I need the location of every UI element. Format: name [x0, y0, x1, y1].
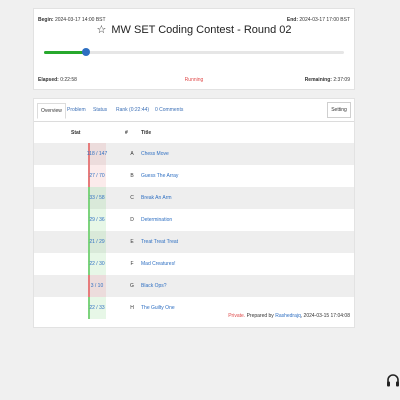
- problem-link[interactable]: Treat Treat Treat: [141, 239, 178, 245]
- table-row: 33 / 58 C Break An Arm: [34, 187, 354, 209]
- tab-problem[interactable]: Problem: [67, 107, 86, 113]
- row-spacer: [34, 187, 70, 209]
- table-header-row: Stat # Title: [34, 123, 354, 143]
- private-label: Private.: [228, 313, 246, 319]
- remaining-value: 2:37:09: [333, 77, 350, 83]
- remaining-label: Remaining:: [304, 77, 332, 83]
- problem-index: C: [124, 187, 140, 209]
- table-row: 27 / 70 B Guess The Array: [34, 165, 354, 187]
- contest-progress-fill: [44, 51, 86, 54]
- problem-link[interactable]: Mad Creatures!: [141, 261, 175, 267]
- stat-value[interactable]: 29 / 36: [89, 217, 104, 223]
- stat-value[interactable]: 22 / 30: [89, 261, 104, 267]
- problem-index: E: [124, 231, 140, 253]
- stat-value[interactable]: 22 / 33: [89, 305, 104, 311]
- contest-progress-knob[interactable]: [82, 48, 90, 56]
- stat-cell: 22 / 30: [70, 253, 124, 275]
- remaining-time: Remaining: 2:37:09: [305, 77, 350, 83]
- prepared-date: , 2024-03-15 17:04:08: [300, 313, 350, 319]
- tab-comments[interactable]: 0 Comments: [155, 107, 183, 113]
- problem-link[interactable]: Guess The Array: [141, 173, 178, 179]
- problem-title-cell: Treat Treat Treat: [140, 231, 354, 253]
- prepared-by-label: Prepared by: [246, 313, 274, 319]
- problem-index: B: [130, 173, 134, 179]
- problem-title-cell: Chess Move: [140, 143, 354, 165]
- header-index: #: [124, 123, 140, 143]
- contest-main-panel: Overview Problem Status Rank (0:22:44) 0…: [33, 98, 355, 328]
- row-spacer: [34, 253, 70, 275]
- row-spacer: [34, 165, 70, 187]
- problem-title-cell: Black Ops?: [140, 275, 354, 297]
- table-row: 29 / 36 D Determination: [34, 209, 354, 231]
- problem-index: H: [130, 305, 134, 311]
- header-title: Title: [140, 123, 354, 143]
- stat-cell: 21 / 29: [70, 231, 124, 253]
- header-stat: Stat: [70, 123, 124, 143]
- star-icon[interactable]: ☆: [96, 24, 106, 36]
- tab-status[interactable]: Status: [93, 107, 107, 113]
- problem-index: A: [124, 143, 140, 165]
- problem-link[interactable]: The Guilty One: [141, 305, 175, 311]
- problem-title-cell: Mad Creatures!: [140, 253, 354, 275]
- row-spacer: [34, 209, 70, 231]
- tab-bar: Overview Problem Status Rank (0:22:44) 0…: [34, 99, 354, 121]
- tabs-divider: [34, 121, 354, 122]
- stat-cell: 33 / 58: [70, 187, 124, 209]
- stat-value[interactable]: 27 / 70: [89, 173, 104, 179]
- prepared-by-footer: Private. Prepared by Rashedrajq, 2024-03…: [228, 313, 350, 319]
- row-spacer: [34, 143, 70, 165]
- stat-cell: 3 / 10: [70, 275, 124, 297]
- tab-rank[interactable]: Rank (0:22:44): [116, 107, 149, 113]
- stat-value[interactable]: 118 / 147: [87, 151, 107, 157]
- contest-header-panel: Begin: 2024-03-17 14:00 BST End: 2024-03…: [33, 8, 355, 90]
- stat-cell: 27 / 70: [70, 165, 124, 187]
- contest-progress-bar: [44, 48, 344, 56]
- headset-icon[interactable]: [386, 374, 400, 388]
- problem-title-cell: Break An Arm: [140, 187, 354, 209]
- problem-index: D: [130, 217, 134, 223]
- problem-title-cell: Guess The Array: [140, 165, 354, 187]
- stat-value[interactable]: 21 / 29: [89, 239, 104, 245]
- contest-title-text: MW SET Coding Contest - Round 02: [111, 24, 292, 36]
- stat-value[interactable]: 33 / 58: [89, 195, 104, 201]
- author-link[interactable]: Rashedrajq: [275, 313, 301, 319]
- stat-cell: 118 / 147: [70, 143, 124, 165]
- table-row: 118 / 147 A Chess Move: [34, 143, 354, 165]
- row-spacer: [34, 297, 70, 319]
- tab-overview[interactable]: Overview: [37, 103, 66, 119]
- problem-link[interactable]: Determination: [141, 217, 172, 223]
- row-spacer: [34, 275, 70, 297]
- table-row: 21 / 29 E Treat Treat Treat: [34, 231, 354, 253]
- table-row: 22 / 30 F Mad Creatures!: [34, 253, 354, 275]
- problem-index: G: [124, 275, 140, 297]
- problem-title-cell: Determination: [140, 209, 354, 231]
- row-spacer: [34, 231, 70, 253]
- stat-cell: 29 / 36: [70, 209, 124, 231]
- problem-link[interactable]: Chess Move: [141, 151, 169, 157]
- header-spacer: [34, 123, 70, 143]
- problem-index: F: [130, 261, 134, 267]
- problem-link[interactable]: Break An Arm: [141, 195, 172, 201]
- stat-cell: 22 / 33: [70, 297, 124, 319]
- contest-title: ☆ MW SET Coding Contest - Round 02: [34, 23, 354, 36]
- problem-table: Stat # Title 118 / 147 A Chess Move 27 /…: [34, 123, 354, 319]
- table-row: 3 / 10 G Black Ops?: [34, 275, 354, 297]
- setting-button[interactable]: Setting: [327, 102, 351, 118]
- stat-value[interactable]: 3 / 10: [91, 283, 104, 289]
- problem-link[interactable]: Black Ops?: [141, 283, 167, 289]
